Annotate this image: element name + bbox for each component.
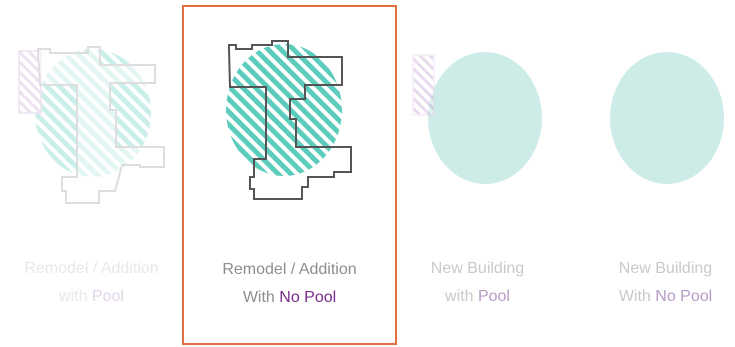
option-new-building-with-pool[interactable]: New Building with Pool [397, 5, 558, 345]
remodel-no-pool-icon [226, 40, 352, 200]
new-building-with-pool-icon [412, 52, 542, 184]
option-remodel-no-pool[interactable]: Remodel / Addition With No Pool [182, 5, 397, 345]
option-label: New Building With No Pool [618, 260, 713, 305]
option-label: New Building with Pool [430, 260, 525, 305]
option-new-building-no-pool[interactable]: New Building With No Pool [596, 5, 735, 345]
new-building-no-pool-icon [610, 52, 724, 184]
option-label: Remodel / Addition with Pool [24, 260, 159, 305]
option-remodel-with-pool[interactable]: Remodel / Addition with Pool [0, 5, 183, 345]
option-label: Remodel / Addition With No Pool [222, 261, 357, 306]
remodel-with-pool-icon [18, 46, 165, 204]
